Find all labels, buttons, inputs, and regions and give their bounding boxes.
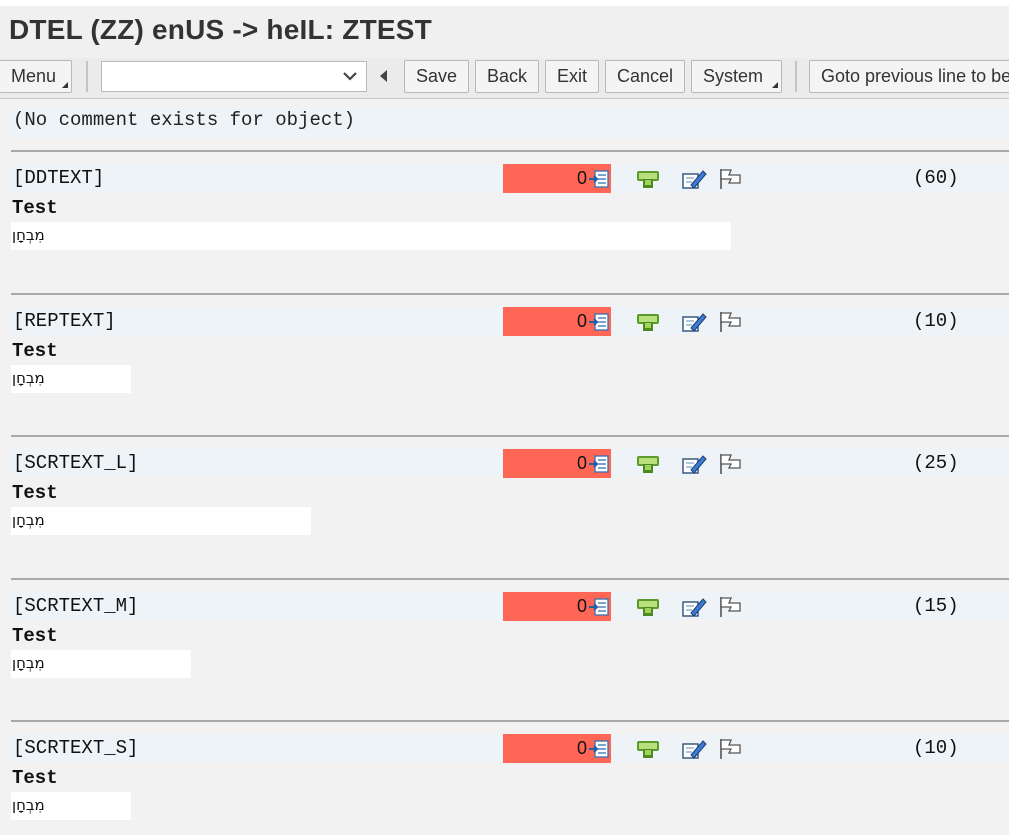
collapse-left-icon[interactable] xyxy=(380,70,387,82)
source-text: Test xyxy=(12,625,58,647)
target-text-value: מִבְחָן xyxy=(12,226,45,244)
toolbar: Menu Save Back Exit Cancel System Goto p… xyxy=(0,58,1009,99)
pc-mail-icon[interactable] xyxy=(635,738,661,760)
text-section-scrtext-l: [SCRTEXT_L] 0 (25) Test מִבְחָן xyxy=(0,435,1009,577)
count-box[interactable]: 0 xyxy=(503,307,611,336)
title-bar: DTEL (ZZ) enUS -> heIL: ZTEST xyxy=(0,0,1009,58)
pencil-edit-icon[interactable] xyxy=(681,596,707,618)
section-divider xyxy=(11,720,1009,722)
menu-button-label: Menu xyxy=(11,66,57,86)
count-box[interactable]: 0 xyxy=(503,734,611,763)
count-box[interactable]: 0 xyxy=(503,449,611,478)
back-button[interactable]: Back xyxy=(475,60,539,93)
flag-icon[interactable] xyxy=(718,453,744,475)
target-text-value: מִבְחָן xyxy=(12,369,45,387)
target-text-field[interactable]: מִבְחָן xyxy=(11,650,191,678)
transfer-list-icon[interactable] xyxy=(588,169,610,189)
toolbar-separator xyxy=(795,61,797,92)
menu-button[interactable]: Menu xyxy=(0,60,72,93)
command-field[interactable] xyxy=(101,61,367,92)
transfer-list-icon[interactable] xyxy=(588,454,610,474)
save-button[interactable]: Save xyxy=(404,60,469,93)
count-value: 0 xyxy=(576,453,587,473)
comment-band: (No comment exists for object) xyxy=(11,108,1009,138)
count-value: 0 xyxy=(576,311,587,331)
pc-mail-icon[interactable] xyxy=(635,311,661,333)
field-name: [DDTEXT] xyxy=(13,167,105,189)
target-text-field[interactable]: מִבְחָן xyxy=(11,222,731,250)
pencil-edit-icon[interactable] xyxy=(681,168,707,190)
max-length: (60) xyxy=(913,167,959,189)
object-comment: (No comment exists for object) xyxy=(13,109,356,131)
text-section-ddtext: [DDTEXT] 0 (60) Test מִבְחָן xyxy=(0,150,1009,292)
target-text-value: מִבְחָן xyxy=(12,796,45,814)
text-section-scrtext-s: [SCRTEXT_S] 0 (10) Test מִבְחָן xyxy=(0,720,1009,835)
count-value: 0 xyxy=(576,168,587,188)
target-text-field[interactable]: מִבְחָן xyxy=(11,792,131,820)
field-name: [SCRTEXT_M] xyxy=(13,595,139,617)
system-corner-icon xyxy=(772,82,778,88)
target-text-value: מִבְחָן xyxy=(12,511,45,529)
pencil-edit-icon[interactable] xyxy=(681,738,707,760)
field-name: [SCRTEXT_L] xyxy=(13,452,139,474)
count-value: 0 xyxy=(576,596,587,616)
pencil-edit-icon[interactable] xyxy=(681,311,707,333)
max-length: (10) xyxy=(913,310,959,332)
max-length: (25) xyxy=(913,452,959,474)
system-button-label: System xyxy=(703,66,764,86)
field-name: [REPTEXT] xyxy=(13,310,116,332)
text-section-reptext: [REPTEXT] 0 (10) Test מִבְחָן xyxy=(0,293,1009,435)
flag-icon[interactable] xyxy=(718,738,744,760)
pc-mail-icon[interactable] xyxy=(635,453,661,475)
toolbar-separator xyxy=(86,61,88,92)
transfer-list-icon[interactable] xyxy=(588,739,610,759)
pencil-edit-icon[interactable] xyxy=(681,453,707,475)
flag-icon[interactable] xyxy=(718,596,744,618)
transfer-list-icon[interactable] xyxy=(588,597,610,617)
source-text: Test xyxy=(12,767,58,789)
source-text: Test xyxy=(12,482,58,504)
content-area: (No comment exists for object) [DDTEXT] … xyxy=(0,100,1009,835)
pc-mail-icon[interactable] xyxy=(635,168,661,190)
source-text: Test xyxy=(12,197,58,219)
page-title: DTEL (ZZ) enUS -> heIL: ZTEST xyxy=(9,14,432,45)
max-length: (15) xyxy=(913,595,959,617)
section-divider xyxy=(11,293,1009,295)
chevron-down-icon[interactable] xyxy=(343,72,357,82)
count-box[interactable]: 0 xyxy=(503,164,611,193)
transfer-list-icon[interactable] xyxy=(588,312,610,332)
goto-previous-line-button[interactable]: Goto previous line to be xyxy=(809,60,1009,93)
section-divider xyxy=(11,150,1009,152)
exit-button[interactable]: Exit xyxy=(545,60,599,93)
menu-corner-icon xyxy=(62,82,68,88)
count-value: 0 xyxy=(576,738,587,758)
text-section-scrtext-m: [SCRTEXT_M] 0 (15) Test מִבְחָן xyxy=(0,578,1009,720)
pc-mail-icon[interactable] xyxy=(635,596,661,618)
field-name: [SCRTEXT_S] xyxy=(13,737,139,759)
section-divider xyxy=(11,578,1009,580)
flag-icon[interactable] xyxy=(718,311,744,333)
target-text-field[interactable]: מִבְחָן xyxy=(11,365,131,393)
target-text-field[interactable]: מִבְחָן xyxy=(11,507,311,535)
flag-icon[interactable] xyxy=(718,168,744,190)
source-text: Test xyxy=(12,340,58,362)
count-box[interactable]: 0 xyxy=(503,592,611,621)
system-button[interactable]: System xyxy=(691,60,782,93)
cancel-button[interactable]: Cancel xyxy=(605,60,685,93)
section-divider xyxy=(11,435,1009,437)
max-length: (10) xyxy=(913,737,959,759)
target-text-value: מִבְחָן xyxy=(12,654,45,672)
